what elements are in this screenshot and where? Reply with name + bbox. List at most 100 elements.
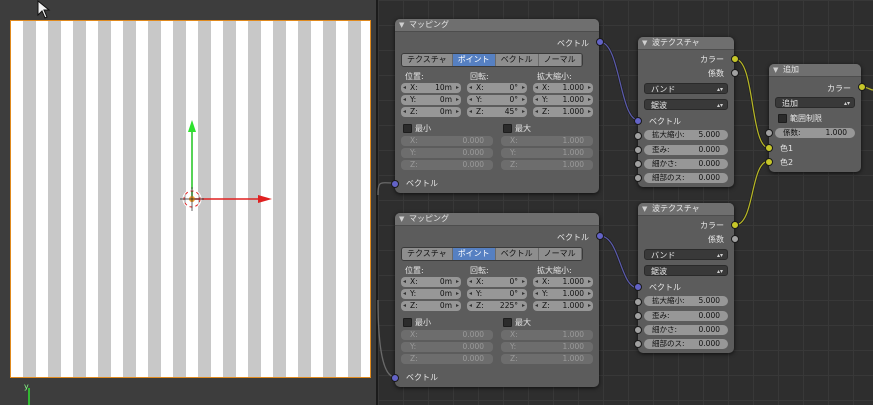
fac-socket[interactable] xyxy=(765,129,773,137)
node-title: マッピング xyxy=(409,214,449,223)
max-checkbox[interactable] xyxy=(503,318,512,327)
output-color-socket[interactable] xyxy=(858,83,866,91)
rotation-y-field[interactable]: ◂ Y: 0° ▸ xyxy=(467,289,527,299)
detail-scale-socket[interactable] xyxy=(634,174,642,182)
input-vector-socket[interactable] xyxy=(391,180,399,188)
color2-socket[interactable] xyxy=(765,158,773,166)
color1-socket[interactable] xyxy=(765,144,773,152)
output-fac-socket[interactable] xyxy=(731,69,739,77)
mapping-node-2[interactable]: ▼ マッピング ベクトル テクスチャ ポイント ベクトル ノーマル 位置: 回転:… xyxy=(395,213,599,387)
node-title: 波テクスチャ xyxy=(652,204,700,213)
wave-type-dropdown[interactable]: バンド ▴▾ xyxy=(644,83,728,94)
rotation-label: 回転: xyxy=(470,72,489,81)
rotation-y-field[interactable]: ◂ Y: 0° ▸ xyxy=(467,95,527,105)
wave-profile-dropdown[interactable]: 鋸波 ▴▾ xyxy=(644,265,728,276)
output-color-label: カラー xyxy=(700,221,724,230)
output-color-socket[interactable] xyxy=(731,55,739,63)
output-color-socket[interactable] xyxy=(731,221,739,229)
detail-scale-socket[interactable] xyxy=(634,340,642,348)
tab-vector[interactable]: ベクトル xyxy=(495,248,539,260)
input-vector-socket[interactable] xyxy=(634,283,642,291)
min-checkbox[interactable] xyxy=(403,318,412,327)
node-header[interactable]: ▼ 波テクスチャ xyxy=(638,37,734,50)
blend-mode-dropdown[interactable]: 追加 ▴▾ xyxy=(775,97,855,108)
distortion-socket[interactable] xyxy=(634,312,642,320)
rotation-z-field[interactable]: ◂ Z: 225° ▸ xyxy=(467,301,527,311)
wave-profile-dropdown[interactable]: 鋸波 ▴▾ xyxy=(644,99,728,110)
tab-normal[interactable]: ノーマル xyxy=(538,248,582,260)
wave-texture-node-2[interactable]: ▼ 波テクスチャ カラー 係数 バンド ▴▾ 鋸波 ▴▾ ベクトル 拡大縮小: 5.00… xyxy=(638,203,734,353)
rotation-x-field[interactable]: ◂ X: 0° ▸ xyxy=(467,83,527,93)
collapse-triangle-icon[interactable]: ▼ xyxy=(399,213,404,225)
mix-add-node[interactable]: ▼ 追加 カラー 追加 ▴▾ 範囲制限 係数: 1.000 色1 色2 xyxy=(769,64,861,172)
location-z-field[interactable]: ◂ Z: 0m ▸ xyxy=(401,301,461,311)
min-label: 最小 xyxy=(415,124,431,133)
scale-x-field[interactable]: ◂ X: 1.000 ▸ xyxy=(533,277,593,287)
min-x-field: X: 0.000 xyxy=(401,136,493,146)
location-y-field[interactable]: ◂ Y: 0m ▸ xyxy=(401,289,461,299)
scale-y-field[interactable]: ◂ Y: 1.000 ▸ xyxy=(533,289,593,299)
scale-z-field[interactable]: ◂ Z: 1.000 ▸ xyxy=(533,301,593,311)
location-label: 位置: xyxy=(405,266,424,275)
distortion-input[interactable]: 歪み: 0.000 xyxy=(644,311,728,321)
output-vector-socket[interactable] xyxy=(596,38,604,46)
scale-socket[interactable] xyxy=(634,298,642,306)
tab-vector[interactable]: ベクトル xyxy=(495,54,539,66)
tab-point[interactable]: ポイント xyxy=(452,248,496,260)
input-vector-socket[interactable] xyxy=(634,117,642,125)
node-title: 追加 xyxy=(783,65,799,74)
max-label: 最大 xyxy=(515,318,531,327)
scale-input[interactable]: 拡大縮小: 5.000 xyxy=(644,130,728,140)
distortion-input[interactable]: 歪み: 0.000 xyxy=(644,145,728,155)
collapse-triangle-icon[interactable]: ▼ xyxy=(773,64,778,76)
output-vector-socket[interactable] xyxy=(596,232,604,240)
collapse-triangle-icon[interactable]: ▼ xyxy=(642,203,647,215)
max-x-field: X: 1.000 xyxy=(501,136,593,146)
max-y-field: Y: 1.000 xyxy=(501,148,593,158)
scale-z-field[interactable]: ◂ Z: 1.000 ▸ xyxy=(533,107,593,117)
min-y-field: Y: 0.000 xyxy=(401,342,493,352)
tab-texture[interactable]: テクスチャ xyxy=(402,248,453,260)
output-fac-socket[interactable] xyxy=(731,235,739,243)
rotation-x-field[interactable]: ◂ X: 0° ▸ xyxy=(467,277,527,287)
detail-socket[interactable] xyxy=(634,160,642,168)
collapse-triangle-icon[interactable]: ▼ xyxy=(642,37,647,49)
scale-y-field[interactable]: ◂ Y: 1.000 ▸ xyxy=(533,95,593,105)
node-header[interactable]: ▼ 追加 xyxy=(769,64,861,77)
location-x-field[interactable]: ◂ X: 0m ▸ xyxy=(401,277,461,287)
scale-x-field[interactable]: ◂ X: 1.000 ▸ xyxy=(533,83,593,93)
node-header[interactable]: ▼ マッピング xyxy=(395,213,599,226)
wave-type-dropdown[interactable]: バンド ▴▾ xyxy=(644,249,728,260)
tab-point[interactable]: ポイント xyxy=(452,54,496,66)
node-header[interactable]: ▼ マッピング xyxy=(395,19,599,32)
tab-texture[interactable]: テクスチャ xyxy=(402,54,453,66)
detail-input[interactable]: 細かさ: 0.000 xyxy=(644,325,728,335)
input-vector-socket[interactable] xyxy=(391,374,399,382)
mapping-node-1[interactable]: ▼ マッピング ベクトル テクスチャ ポイント ベクトル ノーマル 位置: 回転:… xyxy=(395,19,599,193)
collapse-triangle-icon[interactable]: ▼ xyxy=(399,19,404,31)
fac-input[interactable]: 係数: 1.000 xyxy=(775,128,855,138)
tab-normal[interactable]: ノーマル xyxy=(538,54,582,66)
scale-label: 拡大縮小: xyxy=(537,266,572,275)
rotation-z-field[interactable]: ◂ Z: 45° ▸ xyxy=(467,107,527,117)
detail-scale-input[interactable]: 細部のス: 0.000 xyxy=(644,173,728,183)
max-y-field: Y: 1.000 xyxy=(501,342,593,352)
detail-input[interactable]: 細かさ: 0.000 xyxy=(644,159,728,169)
location-x-field[interactable]: ◂ X: 10m ▸ xyxy=(401,83,461,93)
min-z-field: Z: 0.000 xyxy=(401,160,493,170)
distortion-socket[interactable] xyxy=(634,146,642,154)
max-checkbox[interactable] xyxy=(503,124,512,133)
wave-texture-node-1[interactable]: ▼ 波テクスチャ カラー 係数 バンド ▴▾ 鋸波 ▴▾ ベクトル 拡大縮小: 5.00… xyxy=(638,37,734,187)
detail-socket[interactable] xyxy=(634,326,642,334)
node-header[interactable]: ▼ 波テクスチャ xyxy=(638,203,734,216)
location-z-field[interactable]: ◂ Z: 0m ▸ xyxy=(401,107,461,117)
clamp-checkbox[interactable] xyxy=(778,114,787,123)
scale-socket[interactable] xyxy=(634,132,642,140)
output-color-label: カラー xyxy=(827,84,851,93)
min-checkbox[interactable] xyxy=(403,124,412,133)
location-y-field[interactable]: ◂ Y: 0m ▸ xyxy=(401,95,461,105)
output-vector-label: ベクトル xyxy=(557,233,589,242)
scale-input[interactable]: 拡大縮小: 5.000 xyxy=(644,296,728,306)
detail-scale-input[interactable]: 細部のス: 0.000 xyxy=(644,339,728,349)
node-title: 波テクスチャ xyxy=(652,38,700,47)
